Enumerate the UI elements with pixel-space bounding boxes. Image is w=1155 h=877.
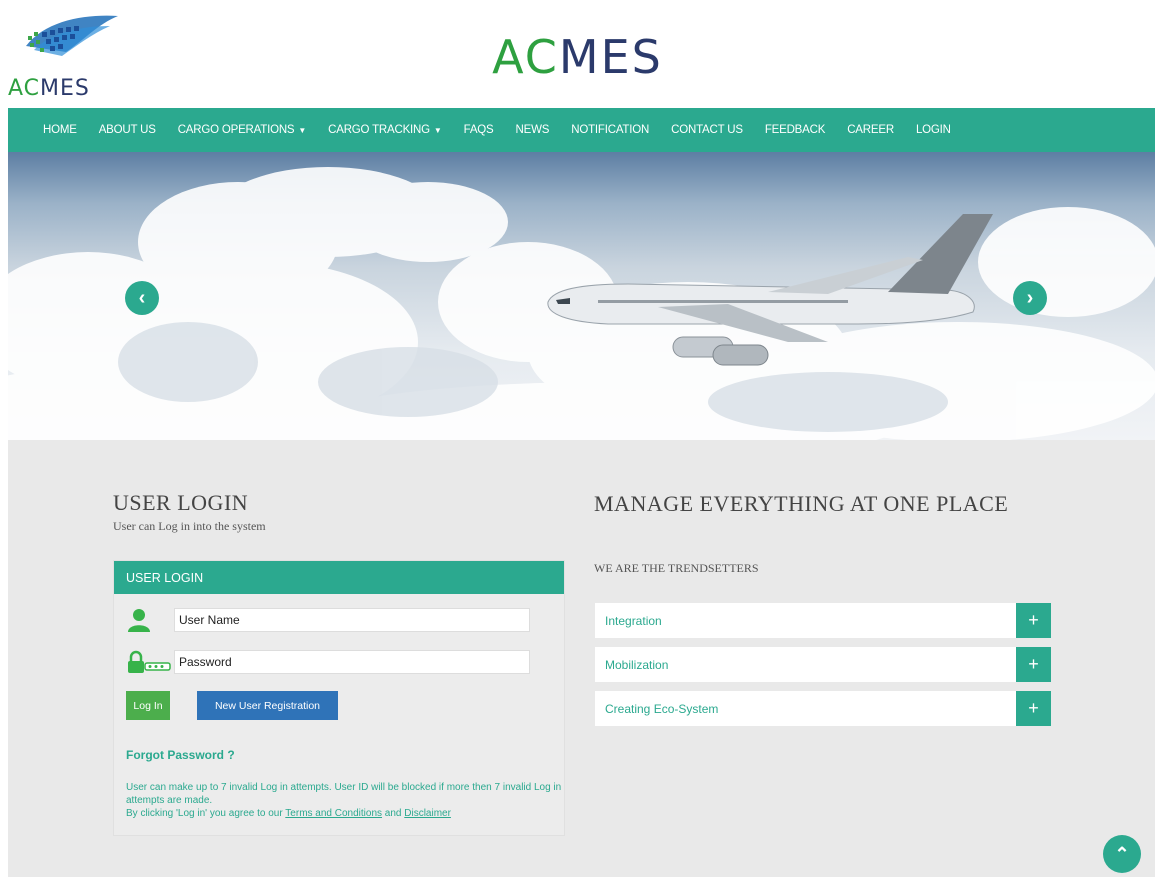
nav-faqs[interactable]: FAQS xyxy=(464,124,494,136)
plus-icon[interactable]: + xyxy=(1016,691,1051,726)
login-button[interactable]: Log In xyxy=(126,691,170,720)
username-input[interactable] xyxy=(174,608,530,632)
nav-cargo-tracking[interactable]: CARGO TRACKING ▼ xyxy=(328,124,442,136)
accordion-label: Creating Eco-System xyxy=(605,701,719,716)
site-header: ACMES ACMES xyxy=(0,0,1155,108)
chevron-up-icon: ⌃ xyxy=(1114,843,1130,864)
hero-slider: ‹ › xyxy=(8,152,1155,440)
chevron-down-icon: ▼ xyxy=(298,126,307,135)
nav-feedback[interactable]: FEEDBACK xyxy=(765,124,826,136)
site-title: ACMES xyxy=(492,30,663,84)
login-section-subtitle: User can Log in into the system xyxy=(113,519,266,533)
nav-login[interactable]: LOGIN xyxy=(916,124,951,136)
nav-news[interactable]: NEWS xyxy=(516,124,550,136)
login-section-title: USER LOGIN xyxy=(113,490,249,515)
accordion-label: Mobilization xyxy=(605,657,669,672)
slider-next-button[interactable]: › xyxy=(1013,281,1047,315)
disclaimer-link[interactable]: Disclaimer xyxy=(404,808,451,819)
nav-about-us[interactable]: ABOUT US xyxy=(99,124,156,136)
manage-section-subtitle: WE ARE THE TRENDSETTERS xyxy=(594,561,759,575)
manage-section-title: MANAGE EVERYTHING AT ONE PLACE xyxy=(594,491,1009,516)
nav-contact-us[interactable]: CONTACT US xyxy=(671,124,743,136)
username-row xyxy=(126,607,530,633)
password-row xyxy=(126,649,530,675)
chevron-down-icon: ▼ xyxy=(433,126,442,135)
plus-icon[interactable]: + xyxy=(1016,603,1051,638)
scroll-to-top-button[interactable]: ⌃ xyxy=(1103,835,1141,873)
accordion-label: Integration xyxy=(605,613,662,628)
login-panel: USER LOGIN Log In New Use xyxy=(113,560,565,836)
lock-icon xyxy=(126,649,174,675)
accordion-mobilization[interactable]: Mobilization + xyxy=(595,647,1051,682)
slider-prev-button[interactable]: ‹ xyxy=(125,281,159,315)
forgot-password-link[interactable]: Forgot Password ? xyxy=(126,748,235,762)
chevron-left-icon: ‹ xyxy=(138,286,146,309)
accordion-integration[interactable]: Integration + xyxy=(595,603,1051,638)
nav-cargo-operations[interactable]: CARGO OPERATIONS ▼ xyxy=(178,124,307,136)
password-input[interactable] xyxy=(174,650,530,674)
chevron-right-icon: › xyxy=(1026,286,1034,309)
nav-home[interactable]: HOME xyxy=(43,124,77,136)
hero-image xyxy=(8,167,1155,440)
nav-notification[interactable]: NOTIFICATION xyxy=(571,124,649,136)
main-nav: HOME ABOUT US CARGO OPERATIONS ▼ CARGO TR… xyxy=(8,108,1155,152)
login-note: User can make up to 7 invalid Log in att… xyxy=(126,782,562,819)
login-panel-title: USER LOGIN xyxy=(114,561,564,594)
nav-career[interactable]: CAREER xyxy=(847,124,894,136)
accordion-creating-eco-system[interactable]: Creating Eco-System + xyxy=(595,691,1051,726)
plus-icon[interactable]: + xyxy=(1016,647,1051,682)
terms-link[interactable]: Terms and Conditions xyxy=(285,808,382,819)
main-content: USER LOGIN User can Log in into the syst… xyxy=(8,440,1155,877)
user-icon xyxy=(126,607,174,633)
new-user-registration-button[interactable]: New User Registration xyxy=(197,691,338,720)
